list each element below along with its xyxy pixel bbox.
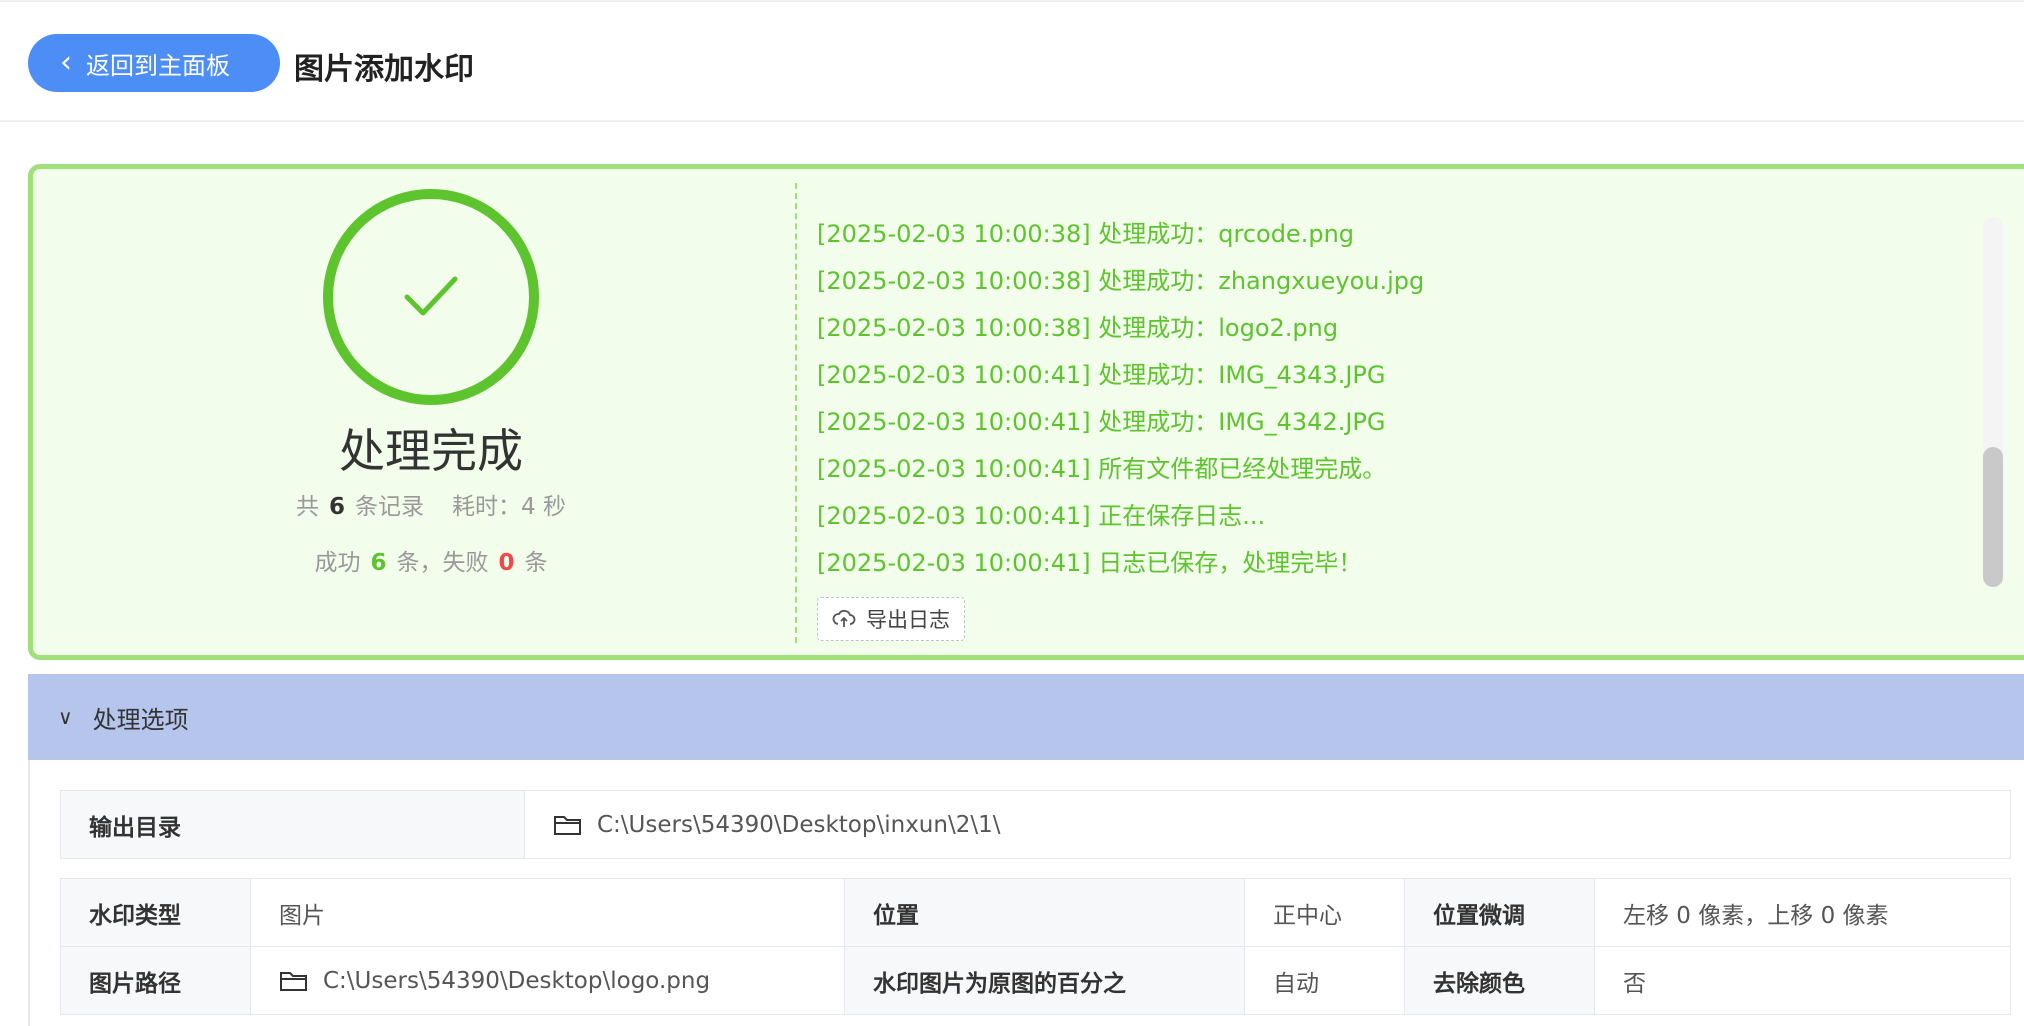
page-title: 图片添加水印	[294, 52, 474, 87]
result-panel: 处理完成 共 6 条记录 耗时：4 秒 成功 6 条，失败 0 条 [2025-02-03 1…	[28, 164, 2024, 660]
checkmark-icon	[404, 276, 458, 316]
folder-icon	[280, 972, 307, 991]
output-dir-label: 输出目录	[60, 790, 525, 859]
remove-color-value: 否	[1594, 946, 2011, 1015]
fail-count: 0	[498, 550, 515, 576]
total-prefix: 共	[296, 494, 320, 520]
image-path-label: 图片路径	[60, 946, 251, 1015]
log-scrollbar-thumb[interactable]	[1983, 447, 2003, 587]
output-dir-table: 输出目录 C:\Users\54390\Desktop\inxun\2\1\	[60, 790, 2011, 859]
chevron-down-icon: ∨	[58, 705, 73, 729]
watermark-scale-label: 水印图片为原图的百分之	[844, 946, 1245, 1015]
options-title: 处理选项	[92, 705, 189, 734]
remove-color-label: 去除颜色	[1404, 946, 1595, 1015]
fail-suffix: 条	[524, 550, 548, 576]
back-button-label: 返回到主面板	[86, 51, 230, 80]
panel-divider	[795, 183, 797, 643]
image-path-value: C:\Users\54390\Desktop\logo.png	[323, 967, 711, 994]
total-count: 6	[329, 494, 346, 520]
elapsed-time: 耗时：4 秒	[452, 494, 566, 520]
log-line: [2025-02-03 10:00:41] 日志已保存，处理完毕！	[817, 549, 1363, 577]
log-line: [2025-02-03 10:00:38] 处理成功：zhangxueyou.j…	[817, 267, 1425, 295]
watermark-scale-value: 自动	[1244, 946, 1405, 1015]
log-line: [2025-02-03 10:00:41] 正在保存日志...	[817, 502, 1266, 530]
success-count: 6	[370, 550, 387, 576]
table-row: 水印类型 图片 位置 正中心 位置微调 左移 0 像素，上移 0 像素	[60, 878, 2011, 947]
position-value: 正中心	[1244, 878, 1405, 947]
success-suffix: 条，失败	[396, 550, 489, 576]
output-dir-cell[interactable]: C:\Users\54390\Desktop\inxun\2\1\	[524, 790, 2011, 859]
options-table: 水印类型 图片 位置 正中心 位置微调 左移 0 像素，上移 0 像素 图片路径…	[60, 878, 2011, 1015]
folder-icon	[554, 816, 581, 835]
status-title: 处理完成	[339, 424, 523, 478]
chevron-left-icon: ‹	[60, 45, 72, 80]
position-adjust-value: 左移 0 像素，上移 0 像素	[1594, 878, 2011, 947]
back-to-dashboard-button[interactable]: ‹ 返回到主面板	[28, 34, 280, 92]
image-path-cell[interactable]: C:\Users\54390\Desktop\logo.png	[250, 946, 845, 1015]
export-log-button[interactable]: 导出日志	[817, 597, 965, 641]
cloud-upload-icon	[832, 609, 856, 627]
export-log-label: 导出日志	[866, 608, 950, 632]
watermark-type-value: 图片	[250, 878, 845, 947]
success-ring	[323, 189, 539, 405]
success-fail-stats: 成功 6 条，失败 0 条	[233, 543, 629, 577]
position-adjust-label: 位置微调	[1404, 878, 1595, 947]
log-line: [2025-02-03 10:00:38] 处理成功：qrcode.png	[817, 220, 1355, 248]
top-bar: ‹ 返回到主面板 图片添加水印	[0, 0, 2024, 122]
table-row: 输出目录 C:\Users\54390\Desktop\inxun\2\1\	[60, 790, 2011, 859]
output-dir-value: C:\Users\54390\Desktop\inxun\2\1\	[597, 811, 1001, 838]
success-prefix: 成功	[314, 550, 361, 576]
log-line: [2025-02-03 10:00:41] 所有文件都已经处理完成。	[817, 455, 1387, 483]
position-label: 位置	[844, 878, 1245, 947]
watermark-type-label: 水印类型	[60, 878, 251, 947]
table-row: 图片路径 C:\Users\54390\Desktop\logo.png 水印图…	[60, 946, 2011, 1015]
log-line: [2025-02-03 10:00:41] 处理成功：IMG_4343.JPG	[817, 361, 1386, 389]
log-line: [2025-02-03 10:00:38] 处理成功：logo2.png	[817, 314, 1339, 342]
record-stats: 共 6 条记录 耗时：4 秒	[233, 487, 629, 521]
log-list: [2025-02-03 10:00:38] 处理成功：qrcode.png [2…	[817, 211, 1967, 587]
options-section-header[interactable]: ∨ 处理选项	[28, 674, 2024, 760]
total-suffix: 条记录	[355, 494, 425, 520]
log-line: [2025-02-03 10:00:41] 处理成功：IMG_4342.JPG	[817, 408, 1386, 436]
